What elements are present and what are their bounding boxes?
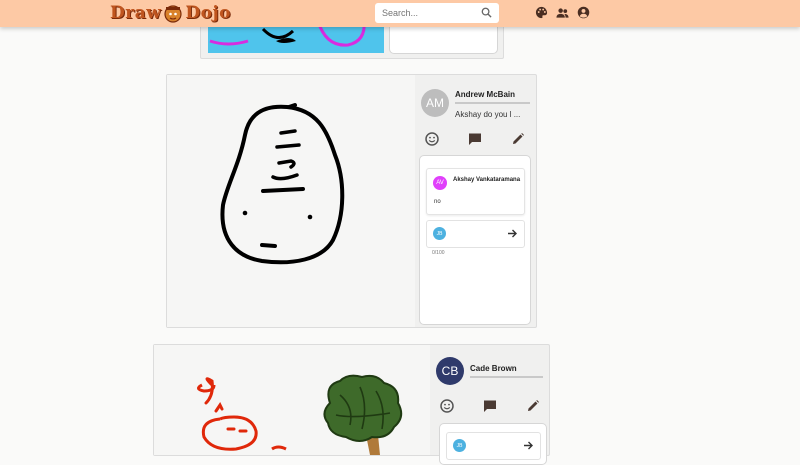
palette-icon[interactable] [535,6,548,19]
comments-box: JB [439,423,547,465]
mascot-logo-icon [164,5,182,23]
avatar[interactable]: CB [436,357,464,385]
drawing-canvas[interactable] [154,345,430,455]
comment-icon[interactable] [468,132,482,146]
comment: AV Akshay Vankataramana no [426,168,525,215]
pencil-icon[interactable] [511,132,525,146]
emoji-icon[interactable] [425,132,439,146]
post-sidebar: AM Andrew McBain Akshay do you l ... AV … [419,75,536,327]
post-author[interactable]: Andrew McBain [455,90,515,99]
comment-author[interactable]: Akshay Vankataramana [453,175,521,186]
search-input[interactable] [375,4,478,22]
search-icon[interactable] [481,7,492,18]
logo-text-draw: Draw [110,3,162,23]
account-icon[interactable] [577,6,590,19]
post-card: AM Andrew McBain Akshay do you l ... AV … [166,74,537,328]
pencil-icon[interactable] [526,399,540,413]
post-card: CB Cade Brown JB [153,344,550,465]
top-app-bar: Draw Dojo [0,0,800,27]
drawing-area [167,75,415,327]
comment-text: no [434,199,441,205]
post-author[interactable]: Cade Brown [470,364,517,373]
author-underline [455,102,530,104]
avatar[interactable]: AM [421,89,449,117]
search-bar[interactable] [375,3,499,23]
drawing-canvas[interactable] [167,75,415,327]
logo-text-dojo: Dojo [185,3,231,23]
comment-icon[interactable] [483,399,497,413]
friends-icon[interactable] [556,6,569,19]
post-sidebar: CB Cade Brown JB [434,345,549,465]
send-arrow-icon[interactable] [507,228,518,239]
author-underline [470,376,543,378]
avatar[interactable]: AV [433,176,447,190]
comment-input-row[interactable]: JB [446,432,541,460]
send-arrow-icon[interactable] [523,440,534,451]
drawing-area [154,345,430,455]
drawdojo-logo[interactable]: Draw Dojo [110,2,231,24]
comments-box: AV Akshay Vankataramana no JB 0/100 [419,155,531,325]
avatar: JB [433,227,446,240]
char-counter: 0/100 [432,250,445,256]
comment-input-row[interactable]: JB [426,220,525,248]
post-caption[interactable]: Akshay do you l ... [455,110,520,119]
emoji-icon[interactable] [440,399,454,413]
avatar: JB [453,439,466,452]
